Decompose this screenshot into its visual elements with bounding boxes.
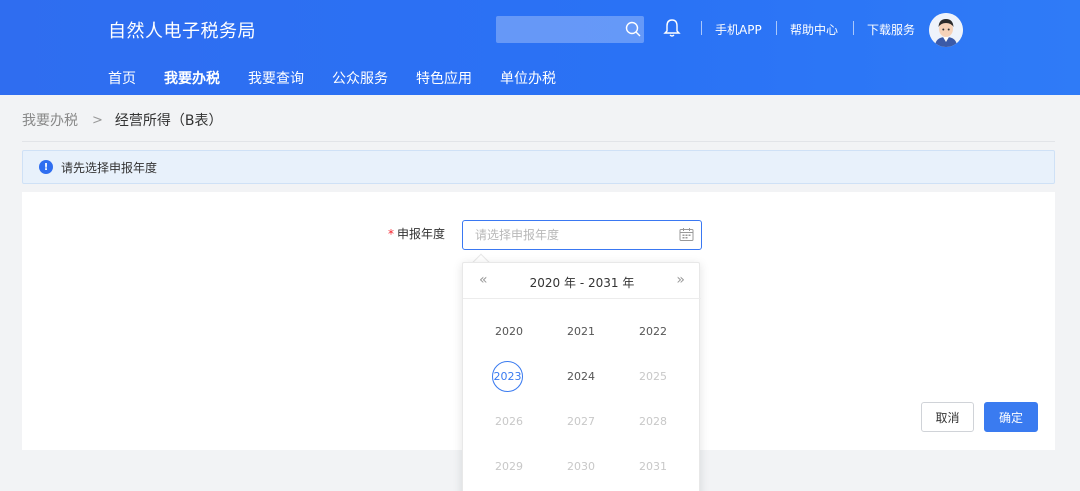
header-divider	[701, 21, 702, 35]
nav-item-public-service[interactable]: 公众服务	[332, 68, 388, 88]
breadcrumb-root[interactable]: 我要办税	[22, 110, 78, 130]
info-icon: !	[39, 160, 53, 174]
confirm-button[interactable]: 确定	[984, 402, 1038, 432]
declare-year-label: * 申报年度	[388, 225, 445, 242]
year-cell-2029: 2029	[495, 459, 523, 473]
nav-item-featured-apps[interactable]: 特色应用	[416, 68, 472, 88]
year-cell-2027: 2027	[567, 414, 595, 428]
top-header: 自然人电子税务局 手机APP 帮助中心 下载服务 首页 我要办税 我要查询 公众…	[0, 0, 1080, 95]
bell-icon[interactable]	[662, 17, 682, 39]
info-alert: ! 请先选择申报年度	[22, 150, 1055, 184]
year-picker: « 2020 年 - 2031 年 » 2020 2021 2022 2023 2024…	[462, 262, 701, 491]
year-cell-2026: 2026	[495, 414, 523, 428]
picker-header: « 2020 年 - 2031 年 »	[463, 263, 701, 299]
nav-item-unit-tax[interactable]: 单位办税	[500, 68, 556, 88]
breadcrumb-divider	[22, 141, 1055, 142]
breadcrumb-current: 经营所得（B表）	[114, 113, 223, 129]
avatar-icon	[929, 13, 963, 47]
year-cell-2025: 2025	[639, 369, 667, 383]
declare-year-label-text: 申报年度	[397, 227, 446, 241]
header-divider	[853, 21, 854, 35]
year-cell-2028: 2028	[639, 414, 667, 428]
required-mark: *	[388, 227, 394, 241]
year-cell-2031: 2031	[639, 459, 667, 473]
year-cell-2023[interactable]: 2023	[492, 361, 523, 392]
user-avatar[interactable]	[929, 13, 963, 47]
next-decade-button[interactable]: »	[676, 272, 685, 288]
main-nav: 首页 我要办税 我要查询 公众服务 特色应用 单位办税	[108, 68, 584, 88]
search-icon[interactable]	[624, 20, 642, 38]
chevron-right-icon: >	[92, 112, 103, 128]
nav-item-tax-handling[interactable]: 我要办税	[164, 68, 220, 88]
year-cell-2020[interactable]: 2020	[492, 316, 526, 346]
help-center-link[interactable]: 帮助中心	[790, 21, 838, 38]
header-divider	[776, 21, 777, 35]
download-service-link[interactable]: 下载服务	[867, 21, 915, 38]
nav-item-home[interactable]: 首页	[108, 68, 136, 88]
calendar-icon[interactable]	[679, 227, 694, 242]
alert-text: 请先选择申报年度	[61, 160, 158, 175]
year-cell-2030: 2030	[567, 459, 595, 473]
breadcrumb: 我要办税 > 经营所得（B表）	[22, 110, 223, 130]
year-cell-2021[interactable]: 2021	[564, 316, 598, 346]
cancel-button[interactable]: 取消	[921, 402, 974, 432]
declare-year-input[interactable]	[462, 220, 702, 250]
year-cell-2022[interactable]: 2022	[636, 316, 670, 346]
site-title[interactable]: 自然人电子税务局	[108, 17, 256, 43]
mobile-app-link[interactable]: 手机APP	[715, 21, 762, 38]
search-input[interactable]	[496, 16, 644, 43]
picker-range: 2020 年 - 2031 年	[529, 276, 635, 290]
nav-item-query[interactable]: 我要查询	[248, 68, 304, 88]
year-cell-2024[interactable]: 2024	[564, 361, 598, 391]
